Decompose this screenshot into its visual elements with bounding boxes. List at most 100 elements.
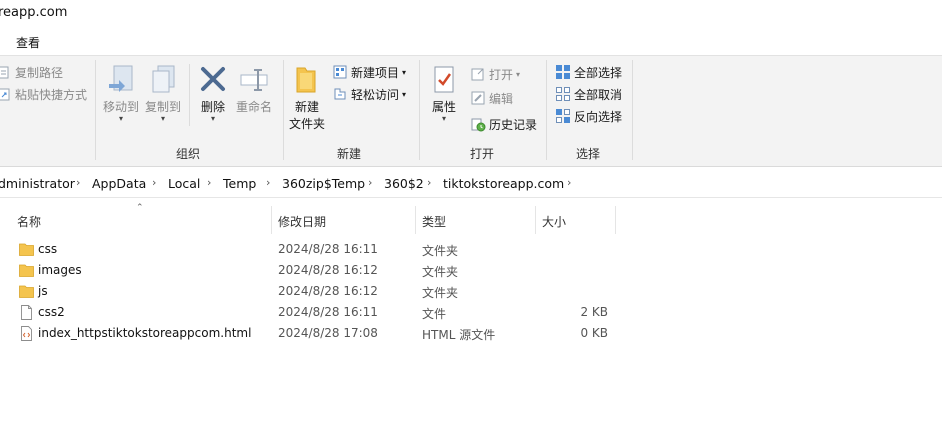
- file-type: 文件夹: [422, 244, 459, 258]
- breadcrumb[interactable]: dministrator › AppData › Local › Temp › …: [0, 170, 942, 198]
- file-row[interactable]: index_httpstiktokstoreappcom.html 2024/8…: [0, 324, 942, 345]
- open-icon: [470, 66, 486, 82]
- chevron-down-icon: ▾: [210, 114, 215, 123]
- chevron-right-icon[interactable]: ›: [76, 176, 80, 189]
- easy-access-label: 轻松访问: [351, 87, 400, 102]
- new-folder-icon: [291, 64, 323, 96]
- file-name: css2: [38, 305, 65, 319]
- properties-button[interactable]: 属性 ▾: [425, 64, 463, 123]
- column-header-date[interactable]: 修改日期: [278, 213, 326, 230]
- move-to-button[interactable]: 移动到 ▾: [101, 64, 141, 123]
- file-row[interactable]: css2 2024/8/28 16:11 文件 2 KB: [0, 303, 942, 324]
- column-header-name[interactable]: 名称: [17, 213, 41, 230]
- column-divider[interactable]: [415, 206, 416, 234]
- file-date: 2024/8/28 16:12: [278, 284, 378, 298]
- edit-button[interactable]: 编辑: [470, 88, 513, 108]
- file-name: index_httpstiktokstoreappcom.html: [38, 326, 252, 340]
- edit-label: 编辑: [489, 91, 514, 106]
- copy-to-button[interactable]: 复制到 ▾: [143, 64, 183, 123]
- ribbon-tabs: 查看: [0, 30, 942, 55]
- chevron-right-icon[interactable]: ›: [427, 176, 431, 189]
- ribbon: 复制路径 粘贴快捷方式 移动到 ▾ 复制到 ▾ 删除 ▾ 重命名 组织 新建 文…: [0, 55, 942, 167]
- new-folder-label-1: 新建: [294, 100, 319, 114]
- history-button[interactable]: 历史记录: [470, 114, 537, 134]
- breadcrumb-item[interactable]: Temp: [223, 176, 256, 191]
- chevron-right-icon[interactable]: ›: [266, 176, 270, 189]
- folder-icon: [19, 285, 34, 298]
- breadcrumb-item[interactable]: Local: [168, 176, 200, 191]
- folder-icon: [19, 264, 34, 277]
- chevron-right-icon[interactable]: ›: [567, 176, 571, 189]
- history-label: 历史记录: [489, 117, 538, 132]
- chevron-down-icon: ▾: [441, 114, 446, 123]
- chevron-down-icon: ▾: [402, 89, 407, 99]
- group-label-new: 新建: [337, 147, 362, 161]
- file-date: 2024/8/28 16:11: [278, 305, 378, 319]
- rename-button[interactable]: 重命名: [234, 64, 274, 115]
- group-label-organize: 组织: [176, 147, 201, 161]
- chevron-right-icon[interactable]: ›: [207, 176, 211, 189]
- file-type: 文件夹: [422, 265, 459, 279]
- invert-selection-button[interactable]: 反向选择: [555, 106, 622, 126]
- sort-ascending-icon: ⌃: [136, 203, 144, 213]
- rename-icon: [238, 64, 270, 96]
- edit-icon: [470, 90, 486, 106]
- select-all-icon: [555, 64, 571, 80]
- file-name: images: [38, 263, 82, 277]
- file-row[interactable]: images 2024/8/28 16:12 文件夹: [0, 261, 942, 282]
- breadcrumb-item[interactable]: AppData: [92, 176, 146, 191]
- breadcrumb-item[interactable]: 360$2: [384, 176, 424, 191]
- group-label-open: 打开: [470, 147, 495, 161]
- invert-selection-icon: [555, 108, 571, 124]
- paste-shortcut-icon: [0, 86, 12, 102]
- chevron-down-icon: ▾: [402, 67, 407, 77]
- invert-selection-label: 反向选择: [574, 109, 623, 124]
- easy-access-icon: [332, 86, 348, 102]
- file-name: js: [38, 284, 48, 298]
- copy-path-button[interactable]: 复制路径: [0, 62, 63, 82]
- column-divider[interactable]: [535, 206, 536, 234]
- paste-shortcut-button[interactable]: 粘贴快捷方式: [0, 84, 87, 104]
- select-all-button[interactable]: 全部选择: [555, 62, 622, 82]
- new-item-button[interactable]: 新建项目 ▾: [332, 62, 406, 82]
- group-label-select: 选择: [576, 147, 601, 161]
- file-name: css: [38, 242, 58, 256]
- history-icon: [470, 116, 486, 132]
- file-row[interactable]: css 2024/8/28 16:11 文件夹: [0, 240, 942, 261]
- chevron-right-icon[interactable]: ›: [152, 176, 156, 189]
- breadcrumb-item[interactable]: tiktokstoreapp.com: [443, 176, 564, 191]
- breadcrumb-item[interactable]: dministrator: [0, 176, 75, 191]
- delete-label: 删除: [200, 100, 225, 114]
- copy-to-label: 复制到: [144, 100, 181, 114]
- new-folder-label-2: 文件夹: [288, 117, 325, 131]
- new-folder-button[interactable]: 新建 文件夹: [287, 64, 327, 132]
- column-header-size[interactable]: 大小: [542, 213, 566, 230]
- file-date: 2024/8/28 16:12: [278, 263, 378, 277]
- properties-icon: [428, 64, 460, 96]
- delete-x-icon: [197, 64, 229, 96]
- html-file-icon: [21, 326, 32, 341]
- paste-shortcut-label: 粘贴快捷方式: [15, 87, 88, 102]
- breadcrumb-item[interactable]: 360zip$Temp: [282, 176, 365, 191]
- file-icon: [21, 305, 32, 320]
- file-row[interactable]: js 2024/8/28 16:12 文件夹: [0, 282, 942, 303]
- ribbon-separator: [283, 60, 284, 160]
- column-divider[interactable]: [271, 206, 272, 234]
- column-divider[interactable]: [615, 206, 616, 234]
- copy-path-label: 复制路径: [15, 65, 64, 80]
- select-none-button[interactable]: 全部取消: [555, 84, 622, 104]
- delete-button[interactable]: 删除 ▾: [195, 64, 231, 123]
- chevron-right-icon[interactable]: ›: [368, 176, 372, 189]
- tab-view[interactable]: 查看: [16, 34, 40, 51]
- open-label: 打开: [489, 67, 514, 82]
- file-date: 2024/8/28 17:08: [278, 326, 378, 340]
- select-none-icon: [555, 86, 571, 102]
- ribbon-separator: [189, 64, 190, 126]
- column-header-type[interactable]: 类型: [422, 213, 446, 230]
- chevron-down-icon: ▾: [160, 114, 165, 123]
- ribbon-separator: [546, 60, 547, 160]
- open-button[interactable]: 打开 ▾: [470, 64, 520, 84]
- column-header-row: ⌃ 名称 修改日期 类型 大小: [0, 203, 942, 236]
- easy-access-button[interactable]: 轻松访问 ▾: [332, 84, 406, 104]
- chevron-down-icon: ▾: [118, 114, 123, 123]
